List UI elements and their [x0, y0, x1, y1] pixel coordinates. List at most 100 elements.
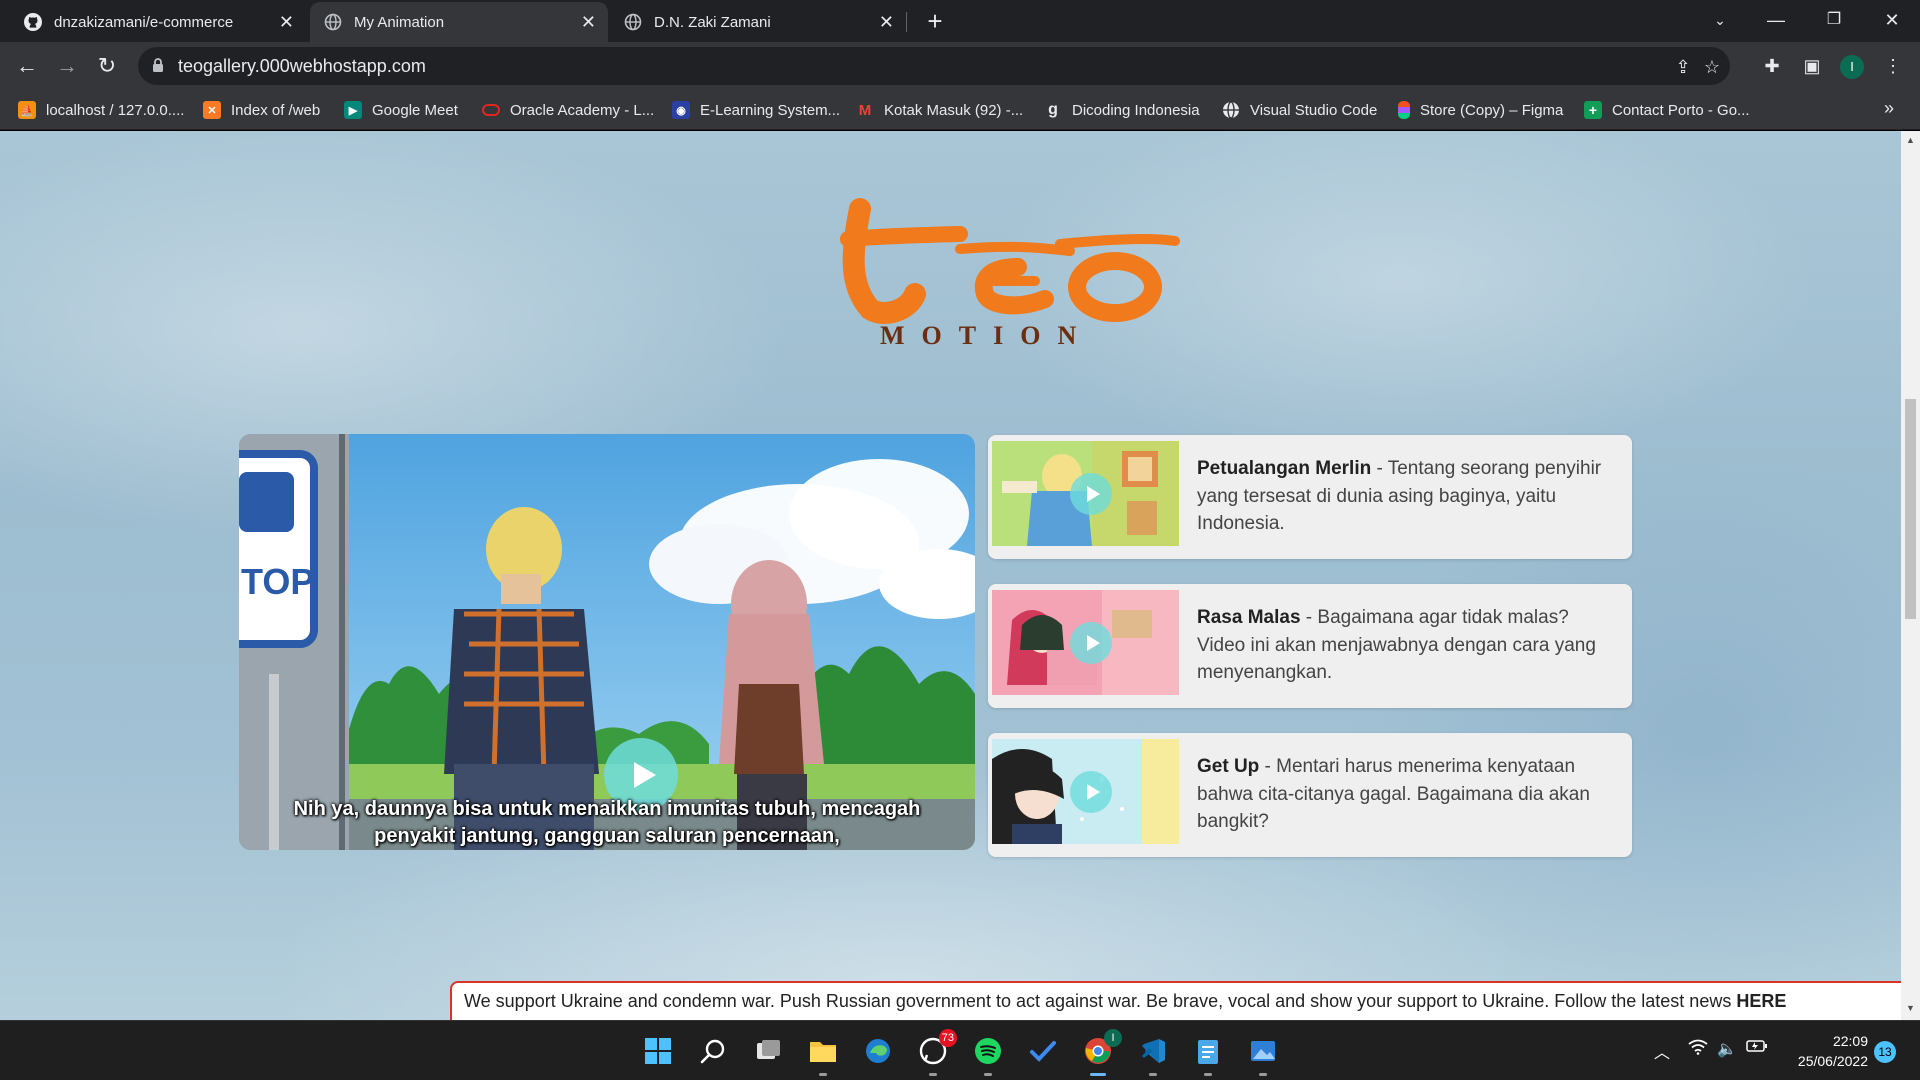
gmail-icon: M	[858, 101, 872, 119]
app-active-indicator	[1090, 1073, 1106, 1076]
tab-title: dnzakizamani/e-commerce	[54, 13, 234, 31]
video-description: Petualangan Merlin - Tentang seorang pen…	[1197, 455, 1617, 538]
globe-icon	[324, 13, 342, 31]
forward-arrow-icon[interactable]: →	[51, 50, 83, 82]
video-play-button[interactable]	[1070, 622, 1112, 664]
url-text[interactable]: teogallery.000webhostapp.com	[178, 56, 426, 77]
video-title[interactable]: Petualangan Merlin	[1197, 458, 1371, 479]
back-arrow-icon[interactable]: ←	[11, 50, 43, 82]
banner-text: We support Ukraine and condemn war. Push…	[464, 991, 1786, 1012]
windows-taskbar: 73 I ︿ 🔈 22:09 25/06/2022 13	[0, 1020, 1920, 1080]
bookmark-item[interactable]: Visual Studio Code	[1222, 100, 1377, 120]
page-content: MOTION TOP Nih ya, daunnya bisa untuk me…	[0, 131, 1901, 1020]
tab-separator	[906, 12, 907, 32]
tray-chevron-up-icon[interactable]: ︿	[1654, 1039, 1670, 1063]
video-card-rasa-malas[interactable]: Rasa Malas - Bagaimana agar tidak malas?…	[988, 584, 1632, 708]
bookmark-label: localhost / 127.0.0....	[46, 101, 185, 119]
scroll-down-arrow-icon[interactable]: ▼	[1905, 1003, 1916, 1013]
start-windows-icon[interactable]	[640, 1033, 676, 1069]
globe-icon	[1222, 101, 1240, 119]
play-icon	[1087, 486, 1100, 502]
tab-my-animation[interactable]: My Animation ✕	[310, 2, 608, 42]
tab-portfolio[interactable]: D.N. Zaki Zamani ✕	[610, 2, 906, 42]
bookmark-label: Google Meet	[372, 101, 458, 119]
banner-here-link[interactable]: HERE	[1736, 991, 1786, 1011]
figma-icon	[1398, 101, 1410, 119]
app-running-indicator	[1204, 1073, 1212, 1076]
tab-search-chevron-icon[interactable]: ⌄	[1692, 0, 1748, 42]
todo-check-icon[interactable]	[1025, 1033, 1061, 1069]
video-play-button[interactable]	[1070, 473, 1112, 515]
profile-avatar[interactable]: I	[1840, 55, 1864, 79]
tab-close-icon[interactable]: ✕	[581, 12, 596, 33]
vscode-icon[interactable]	[1135, 1033, 1171, 1076]
spotify-icon[interactable]	[970, 1033, 1006, 1076]
minimize-icon[interactable]: —	[1748, 0, 1804, 42]
bookmark-label: Visual Studio Code	[1250, 101, 1378, 119]
search-icon[interactable]	[695, 1033, 731, 1069]
bookmark-item[interactable]: g Dicoding Indonesia	[1044, 100, 1199, 120]
bookmark-item[interactable]: ✕ Index of /web	[203, 100, 320, 120]
system-clock[interactable]: 22:09 25/06/2022	[1788, 1031, 1868, 1071]
app-running-indicator	[1259, 1073, 1267, 1076]
bookmark-label: E-Learning System...	[700, 101, 841, 119]
teo-logo	[840, 198, 1180, 324]
video-play-button[interactable]	[1070, 771, 1112, 813]
browser-toolbar: ← → ↻ teogallery.000webhostapp.com ⇪ ☆ ✚…	[0, 42, 1920, 90]
file-explorer-icon[interactable]	[805, 1033, 841, 1076]
bookmark-label: Store (Copy) – Figma	[1420, 101, 1564, 119]
lock-icon[interactable]	[152, 57, 164, 78]
video-title[interactable]: Get Up	[1197, 756, 1259, 777]
photos-icon[interactable]	[1245, 1033, 1281, 1076]
bookmarks-overflow-icon[interactable]: »	[1884, 98, 1894, 119]
scrollbar-thumb[interactable]	[1905, 399, 1916, 619]
menu-kebab-icon[interactable]: ⋮	[1882, 56, 1904, 78]
bookmark-item[interactable]: + Contact Porto - Go...	[1584, 100, 1750, 120]
video-card-petualangan-merlin[interactable]: Petualangan Merlin - Tentang seorang pen…	[988, 435, 1632, 559]
bookmarks-bar: ⛵ localhost / 127.0.0.... ✕ Index of /we…	[0, 90, 1920, 130]
bookmark-item[interactable]: M Kotak Masuk (92) -...	[856, 100, 1023, 120]
play-icon	[1087, 784, 1100, 800]
tab-title: D.N. Zaki Zamani	[654, 13, 771, 31]
bookmark-item[interactable]: ⛵ localhost / 127.0.0....	[18, 100, 184, 120]
phpmyadmin-icon: ⛵	[18, 101, 36, 119]
bookmark-star-icon[interactable]: ☆	[1701, 56, 1723, 78]
subtitle-line: Nih ya, daunnya bisa untuk menaikkan imu…	[293, 798, 921, 820]
video-card-get-up[interactable]: Get Up - Mentari harus menerima kenyataa…	[988, 733, 1632, 857]
edge-icon[interactable]	[860, 1033, 896, 1069]
bookmark-item[interactable]: ▶ Google Meet	[344, 100, 458, 120]
chrome-profile-badge: I	[1104, 1029, 1122, 1047]
wifi-icon[interactable]	[1688, 1039, 1708, 1060]
xampp-icon: ✕	[203, 101, 221, 119]
play-icon	[1087, 635, 1100, 651]
scroll-up-arrow-icon[interactable]: ▲	[1905, 135, 1916, 145]
side-panel-icon[interactable]: ▣	[1801, 56, 1823, 78]
reload-icon[interactable]: ↻	[91, 50, 123, 82]
close-window-icon[interactable]: ✕	[1864, 0, 1920, 42]
task-view-icon[interactable]	[750, 1033, 786, 1069]
bookmark-item[interactable]: ◉ E-Learning System...	[672, 100, 840, 120]
share-icon[interactable]: ⇪	[1672, 56, 1694, 78]
restore-icon[interactable]: ❐	[1806, 0, 1862, 42]
battery-icon[interactable]	[1746, 1039, 1768, 1058]
clock-time: 22:09	[1832, 1033, 1868, 1049]
volume-icon[interactable]: 🔈	[1717, 1039, 1737, 1059]
browser-title-bar: dnzakizamani/e-commerce ✕ My Animation ✕…	[0, 0, 1920, 42]
tab-close-icon[interactable]: ✕	[279, 12, 294, 33]
new-tab-button[interactable]: +	[920, 6, 950, 36]
page-scrollbar[interactable]: ▲ ▼	[1901, 131, 1920, 1020]
notepad-icon[interactable]	[1190, 1033, 1226, 1076]
bookmark-item[interactable]: Oracle Academy - L...	[482, 100, 654, 120]
video-title[interactable]: Rasa Malas	[1197, 607, 1301, 628]
tab-close-icon[interactable]: ✕	[879, 12, 894, 33]
extensions-puzzle-icon[interactable]: ✚	[1761, 56, 1783, 78]
address-bar[interactable]: teogallery.000webhostapp.com ⇪ ☆	[138, 47, 1730, 85]
chrome-icon[interactable]: I	[1080, 1029, 1122, 1076]
notification-count-badge[interactable]: 13	[1874, 1041, 1896, 1063]
video-description: Get Up - Mentari harus menerima kenyataa…	[1197, 753, 1617, 836]
ukraine-support-banner: We support Ukraine and condemn war. Push…	[450, 981, 1901, 1020]
whatsapp-icon[interactable]: 73	[915, 1029, 957, 1076]
elearning-icon: ◉	[672, 101, 690, 119]
tab-github[interactable]: dnzakizamani/e-commerce ✕	[10, 2, 306, 42]
bookmark-item[interactable]: Store (Copy) – Figma	[1398, 100, 1563, 120]
